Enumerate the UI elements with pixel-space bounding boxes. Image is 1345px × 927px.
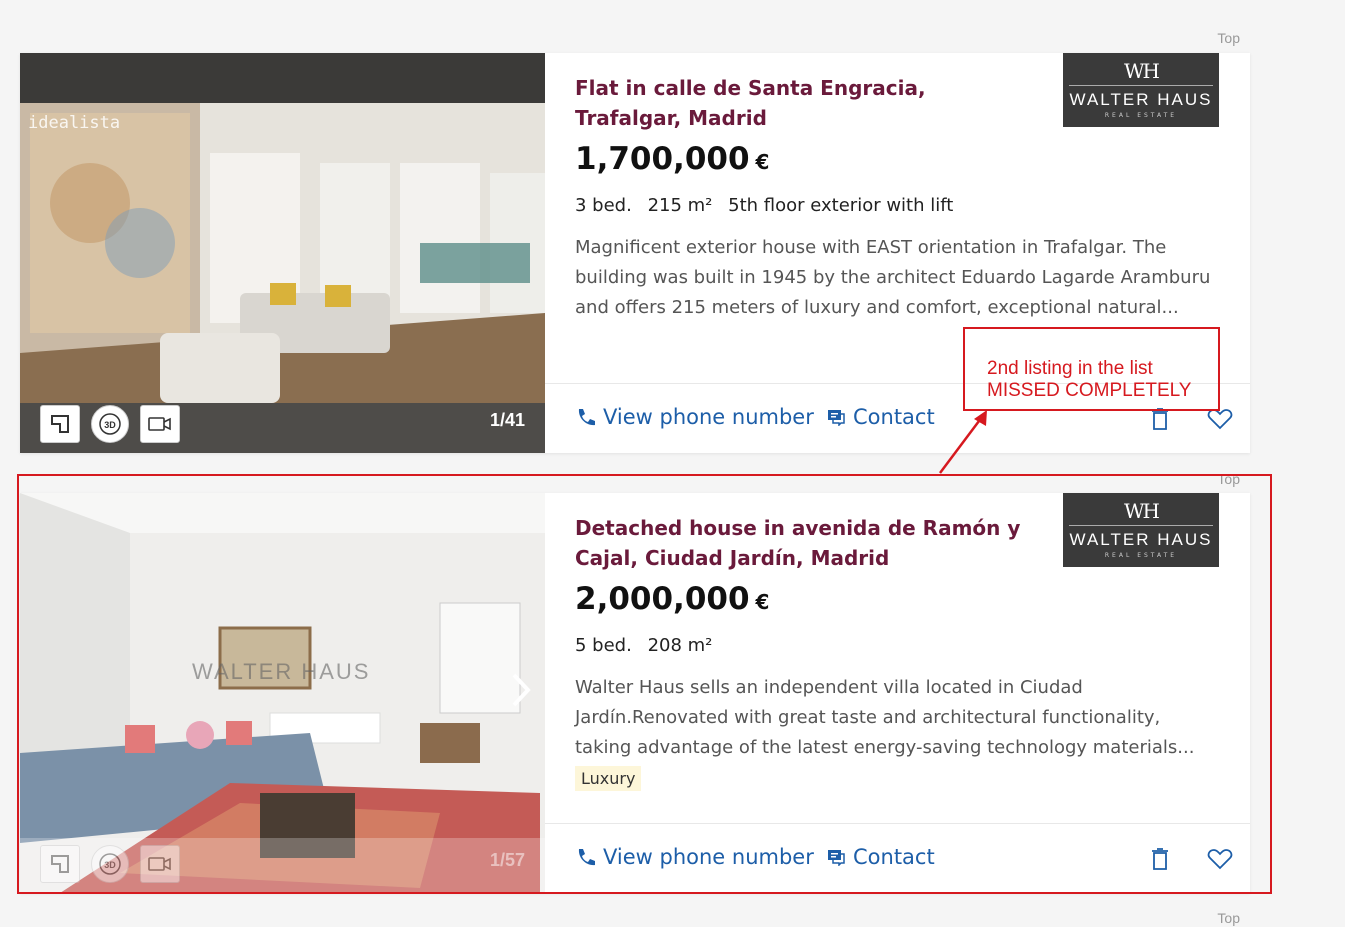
3d-tour-button[interactable]: 3D xyxy=(91,405,129,443)
detail-area: 215 m² xyxy=(647,195,713,216)
chat-icon xyxy=(828,410,845,426)
listing-photo[interactable]: idealista 3D 1/41 xyxy=(20,53,545,453)
annotation-callout-text: 2nd listing in the list MISSED COMPLETEL… xyxy=(987,358,1191,402)
contact-label: Contact xyxy=(853,405,935,429)
photo-watermark: idealista xyxy=(28,113,121,133)
listing-price: 1,700,000 € xyxy=(575,141,769,177)
contact-button[interactable]: Contact xyxy=(827,405,935,429)
view-phone-button[interactable]: View phone number xyxy=(575,405,814,429)
detail-bedrooms: 3 bed. xyxy=(575,195,632,216)
listing-description[interactable]: Magnificent exterior house with EAST ori… xyxy=(575,233,1215,323)
annotation-arrow xyxy=(939,410,987,474)
photo-toolbar: 3D xyxy=(20,403,545,453)
listing-details: 3 bed. 215 m² 5th floor exterior with li… xyxy=(575,195,963,216)
annotation-highlight-box xyxy=(17,474,1272,894)
price-value: 1,700,000 xyxy=(575,141,750,177)
agency-logo[interactable]: WH WALTER HAUS REAL ESTATE xyxy=(1063,53,1219,127)
top-link[interactable]: Top xyxy=(1217,910,1240,926)
logo-name: WALTER HAUS xyxy=(1069,90,1213,109)
floorplan-button[interactable] xyxy=(40,405,80,443)
annotation-line-1: 2nd listing in the list xyxy=(987,358,1153,379)
logo-monogram: WH xyxy=(1124,59,1160,83)
logo-subtitle: REAL ESTATE xyxy=(1104,112,1178,119)
phone-icon xyxy=(578,409,595,426)
price-currency: € xyxy=(755,150,770,174)
listing-title[interactable]: Flat in calle de Santa Engracia, Trafalg… xyxy=(575,73,1005,133)
video-button[interactable] xyxy=(140,405,180,443)
photo-counter: 1/41 xyxy=(489,410,525,430)
floorplan-icon xyxy=(51,415,69,433)
detail-floor: 5th floor exterior with lift xyxy=(728,195,954,216)
view-phone-label: View phone number xyxy=(603,405,814,429)
annotation-line-2: MISSED COMPLETELY xyxy=(987,380,1192,401)
top-link[interactable]: Top xyxy=(1217,30,1240,46)
svg-text:3D: 3D xyxy=(104,420,116,430)
video-camera-icon xyxy=(148,417,171,431)
3d-icon: 3D xyxy=(99,413,121,435)
